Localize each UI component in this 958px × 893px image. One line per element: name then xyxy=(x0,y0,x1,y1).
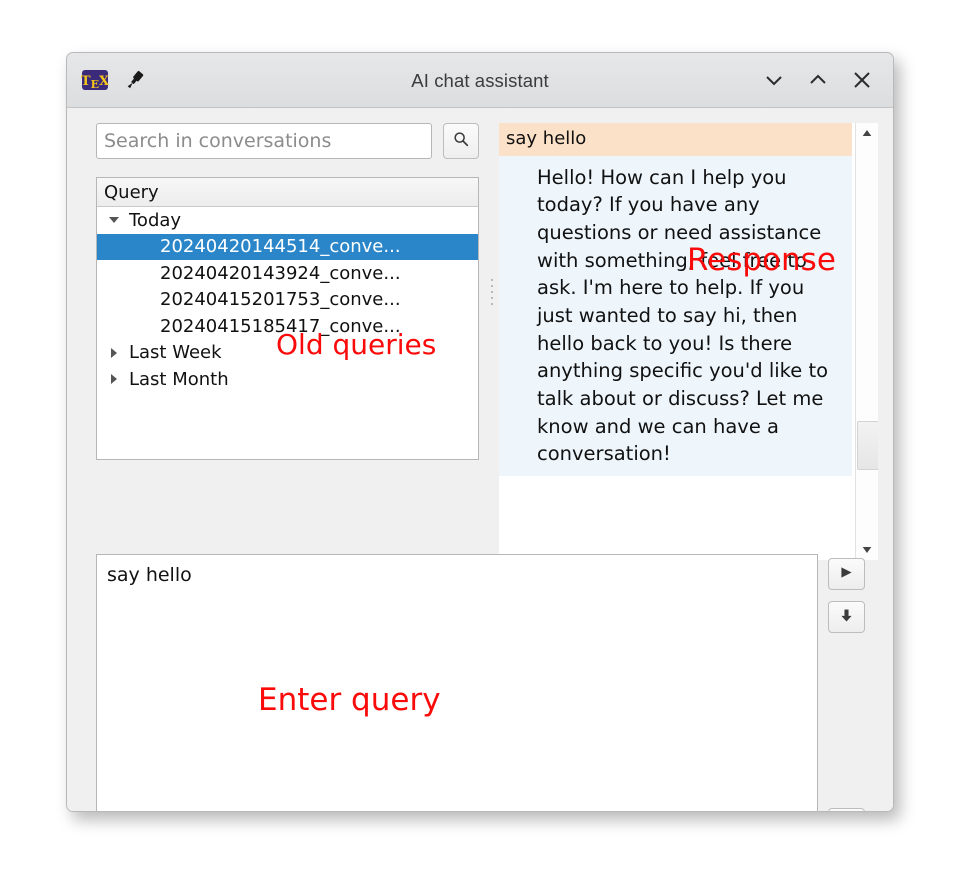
chevron-collapsed-icon[interactable] xyxy=(107,345,123,361)
assistant-message: Hello! How can I help you today? If you … xyxy=(499,156,852,477)
tree-item-label: 20240420144514_conve... xyxy=(160,236,401,257)
tree-group-today[interactable]: Today xyxy=(97,207,478,234)
search-button[interactable] xyxy=(443,123,479,159)
tree-item-label: 20240415185417_conve... xyxy=(160,316,401,337)
conversations-pane: Query Today 20240420144514_conve... 2024… xyxy=(96,123,479,159)
tree-column-header-query[interactable]: Query xyxy=(97,178,478,207)
scroll-down-arrow-icon[interactable] xyxy=(856,540,878,560)
tree-group-label: Last Month xyxy=(129,369,229,390)
tree-group-label: Last Week xyxy=(129,342,222,363)
settings-button[interactable] xyxy=(828,808,865,812)
tree-item-label: 20240420143924_conve... xyxy=(160,263,401,284)
send-play-icon xyxy=(838,564,855,585)
send-button[interactable] xyxy=(828,558,865,590)
chevron-expanded-icon[interactable] xyxy=(107,212,123,228)
splitter-grip-dots xyxy=(491,279,493,309)
conversation-scrollbar[interactable] xyxy=(855,123,878,560)
user-message: say hello xyxy=(499,123,852,156)
tree-group-last-week[interactable]: Last Week xyxy=(97,340,478,367)
close-icon[interactable] xyxy=(847,65,877,95)
conversation-tree[interactable]: Query Today 20240420144514_conve... 2024… xyxy=(96,177,479,460)
search-row xyxy=(96,123,479,159)
scroll-up-arrow-icon[interactable] xyxy=(856,123,878,143)
vertical-splitter-handle[interactable] xyxy=(484,123,500,560)
search-icon xyxy=(452,130,470,152)
download-arrow-icon xyxy=(838,607,855,628)
conversation-view: say hello Hello! How can I help you toda… xyxy=(499,123,878,560)
search-input[interactable] xyxy=(96,123,432,159)
window-body: Query Today 20240420144514_conve... 2024… xyxy=(67,108,893,811)
chevron-collapsed-icon[interactable] xyxy=(107,371,123,387)
tree-item-conversation[interactable]: 20240420144514_conve... xyxy=(97,234,478,261)
download-button[interactable] xyxy=(828,601,865,633)
tree-item-label: 20240415201753_conve... xyxy=(160,289,401,310)
tree-group-last-month[interactable]: Last Month xyxy=(97,366,478,393)
conversation-scroll-area[interactable]: say hello Hello! How can I help you toda… xyxy=(499,123,852,560)
tree-item-conversation[interactable]: 20240415185417_conve... xyxy=(97,313,478,340)
tree-item-conversation[interactable]: 20240420143924_conve... xyxy=(97,260,478,287)
tree-group-label: Today xyxy=(129,210,181,231)
scrollbar-thumb[interactable] xyxy=(857,421,878,470)
title-bar: TEX AI chat assistant xyxy=(67,53,893,108)
app-window: TEX AI chat assistant xyxy=(66,52,894,812)
query-input[interactable] xyxy=(96,554,818,812)
tree-item-conversation[interactable]: 20240415201753_conve... xyxy=(97,287,478,314)
chevron-down-icon[interactable] xyxy=(759,65,789,95)
chevron-up-icon[interactable] xyxy=(803,65,833,95)
